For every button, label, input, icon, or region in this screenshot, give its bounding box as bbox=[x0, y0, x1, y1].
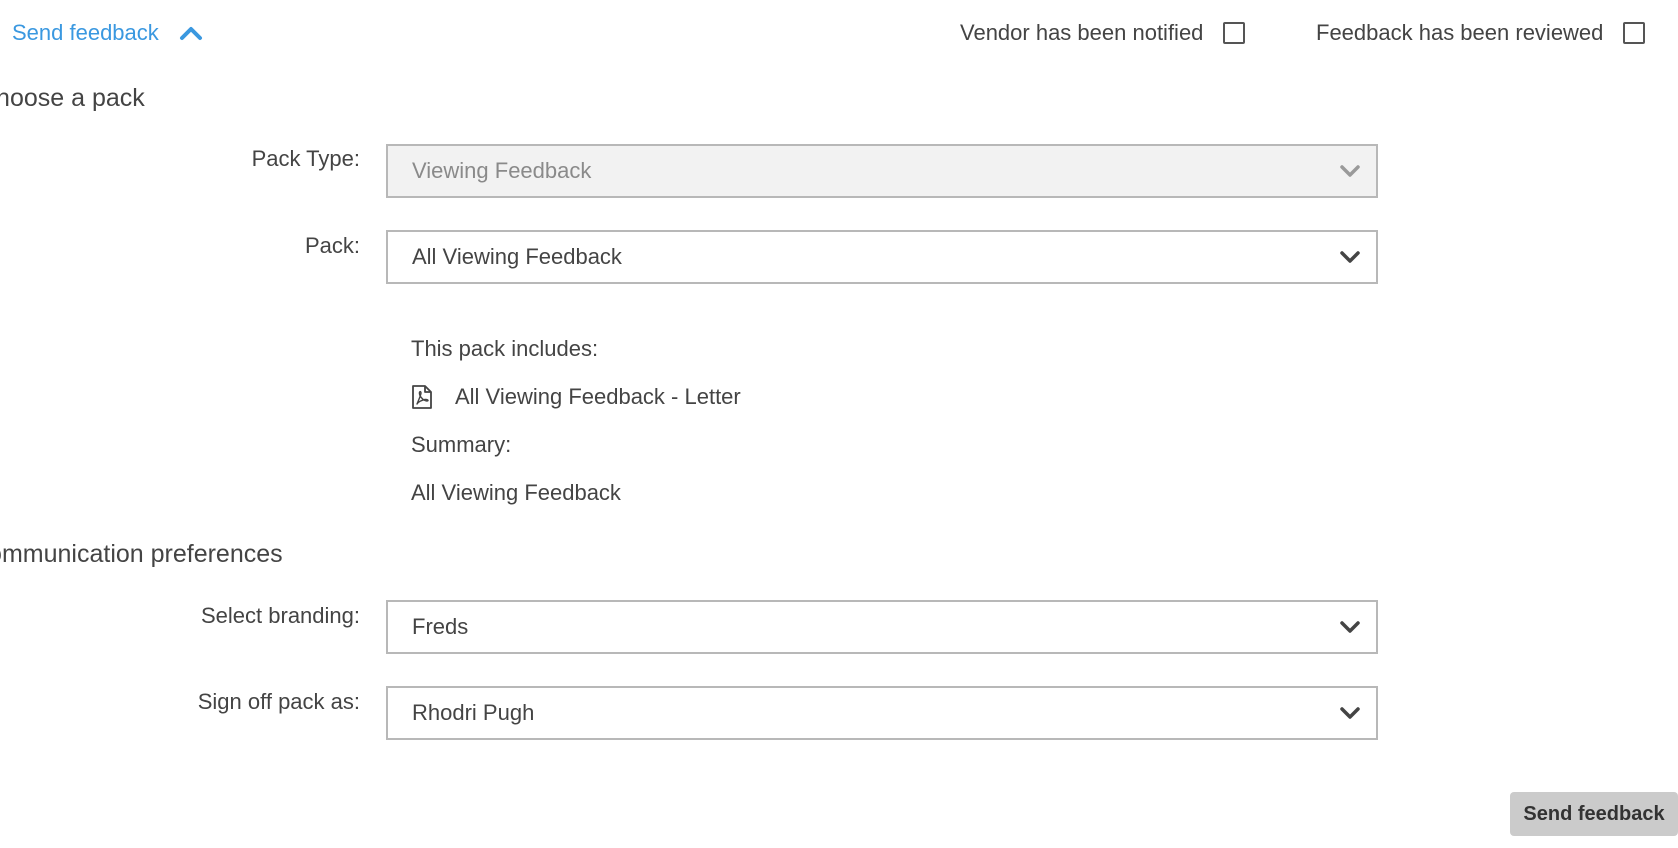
vendor-notified-flag: Vendor has been notified bbox=[960, 20, 1246, 46]
send-feedback-toggle-label: Send feedback bbox=[12, 20, 159, 45]
pack-value: All Viewing Feedback bbox=[412, 244, 622, 269]
sign-off-label: Sign off pack as: bbox=[197, 689, 360, 714]
pack-type-value: Viewing Feedback bbox=[412, 158, 592, 183]
branding-label: Select branding: bbox=[201, 603, 360, 628]
branding-value: Freds bbox=[412, 614, 469, 639]
pack-select[interactable]: All Viewing Feedback bbox=[386, 230, 1378, 284]
summary-label: Summary: bbox=[411, 432, 512, 457]
branding-select[interactable]: Freds bbox=[386, 600, 1378, 654]
vendor-notified-checkbox[interactable] bbox=[1223, 22, 1246, 44]
pack-document-name: All Viewing Feedback - Letter bbox=[455, 384, 741, 409]
chevron-down-icon bbox=[1340, 251, 1360, 263]
choose-pack-heading: Choose a pack bbox=[0, 84, 145, 112]
pack-document-item[interactable]: All Viewing Feedback - Letter bbox=[411, 384, 741, 410]
chevron-down-icon bbox=[1340, 707, 1360, 719]
chevron-down-icon bbox=[1340, 165, 1360, 177]
feedback-reviewed-label: Feedback has been reviewed bbox=[1316, 20, 1604, 45]
sign-off-value: Rhodri Pugh bbox=[412, 700, 535, 725]
vendor-notified-label: Vendor has been notified bbox=[960, 20, 1204, 45]
chevron-up-icon bbox=[179, 27, 202, 40]
pack-label: Pack: bbox=[304, 233, 360, 258]
pack-includes-label: This pack includes: bbox=[411, 336, 599, 361]
sign-off-select[interactable]: Rhodri Pugh bbox=[386, 686, 1378, 740]
pdf-file-icon bbox=[412, 385, 432, 409]
pack-type-select: Viewing Feedback bbox=[386, 144, 1378, 198]
feedback-reviewed-checkbox[interactable] bbox=[1623, 22, 1646, 44]
send-feedback-panel: Send feedback Vendor has been notified F… bbox=[0, 0, 1678, 848]
pack-type-label: Pack Type: bbox=[251, 146, 360, 171]
communication-preferences-heading: Communication preferences bbox=[0, 540, 283, 568]
summary-value: All Viewing Feedback bbox=[411, 480, 621, 505]
chevron-down-icon bbox=[1340, 621, 1360, 633]
send-feedback-toggle[interactable]: Send feedback bbox=[12, 20, 203, 46]
feedback-reviewed-flag: Feedback has been reviewed bbox=[1316, 20, 1646, 46]
send-feedback-button[interactable]: Send feedback bbox=[1510, 792, 1678, 836]
